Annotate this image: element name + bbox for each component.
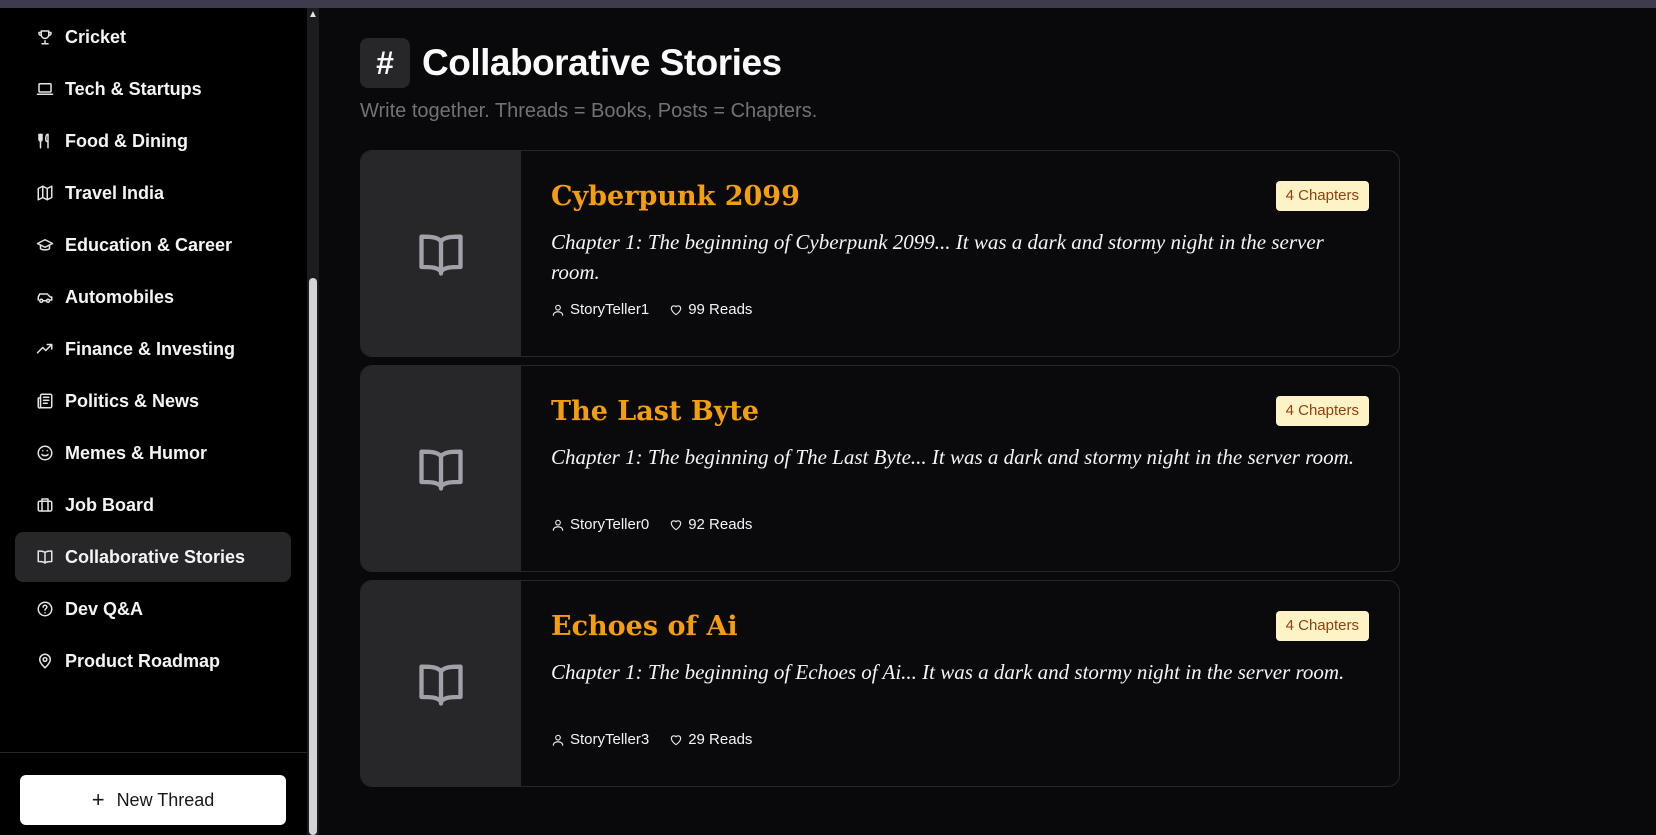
page-title: Collaborative Stories [422,42,782,83]
author-name: StoryTeller0 [570,516,650,533]
book-open-icon [419,234,463,276]
window-top-bar [0,0,1656,8]
graduation-cap-icon [35,235,55,255]
user-icon [552,304,564,316]
sidebar-item-food-dining[interactable]: Food & Dining [15,116,291,166]
scroll-up-arrow-icon[interactable]: ▲ [307,8,319,22]
author-name: StoryTeller1 [570,301,650,318]
sidebar-item-memes-humor[interactable]: Memes & Humor [15,428,291,478]
author-name: StoryTeller3 [570,731,650,748]
sidebar-item-cricket[interactable]: Cricket [15,12,291,62]
story-excerpt: Chapter 1: The beginning of Echoes of Ai… [551,660,1345,684]
chapters-badge: 4 Chapters [1275,396,1369,426]
newspaper-icon [35,391,55,411]
reads: 29 Reads [669,731,752,748]
car-icon [35,287,55,307]
author: StoryTeller3 [551,731,649,748]
story-card[interactable]: Cyberpunk 2099 4 Chapters Chapter 1: The… [360,150,1400,357]
chapters-badge: 4 Chapters [1275,611,1369,641]
story-title[interactable]: Echoes of Ai [551,611,738,642]
laptop-icon [35,79,55,99]
sidebar: Cricket Tech & Startups Food & Dining Tr… [0,8,307,835]
sidebar-item-label: Politics & News [65,390,200,411]
story-excerpt: Chapter 1: The beginning of The Last Byt… [551,445,1355,469]
story-card[interactable]: The Last Byte 4 Chapters Chapter 1: The … [360,365,1400,572]
new-thread-label: New Thread [116,789,215,810]
sidebar-item-label: Collaborative Stories [65,546,246,567]
sidebar-item-politics-news[interactable]: Politics & News [15,376,291,426]
story-cover [361,581,521,786]
sidebar-item-collaborative-stories[interactable]: Collaborative Stories [15,532,291,582]
sidebar-item-label: Memes & Humor [65,442,208,463]
reads: 92 Reads [669,516,752,533]
channel-hash-icon: # [360,38,410,88]
story-title[interactable]: The Last Byte [551,396,759,427]
author: StoryTeller1 [551,301,649,318]
story-meta: StoryTeller1 99 Reads [551,301,772,318]
sidebar-item-label: Travel India [65,182,165,203]
map-icon [35,183,55,203]
reads-count: 29 Reads [688,731,753,748]
user-icon [552,519,564,531]
trophy-icon [35,27,55,47]
heart-icon [670,734,682,745]
new-thread-button[interactable]: + New Thread [20,775,286,825]
story-cover [361,366,521,571]
help-circle-icon [35,599,55,619]
book-open-icon [35,547,55,567]
sidebar-item-education-career[interactable]: Education & Career [15,220,291,270]
story-cover [361,151,521,356]
heart-icon [670,519,682,530]
sidebar-item-finance-investing[interactable]: Finance & Investing [15,324,291,374]
reads: 99 Reads [669,301,752,318]
sidebar-divider [0,752,307,753]
sidebar-item-label: Food & Dining [65,130,188,151]
trending-up-icon [35,339,55,359]
sidebar-item-label: Education & Career [65,234,233,255]
sidebar-item-label: Dev Q&A [65,598,144,619]
page-header: # Collaborative Stories [360,38,782,88]
smile-icon [35,443,55,463]
utensils-icon [35,131,55,151]
reads-count: 99 Reads [688,301,753,318]
story-card[interactable]: Echoes of Ai 4 Chapters Chapter 1: The b… [360,580,1400,787]
author: StoryTeller0 [551,516,649,533]
chapters-badge: 4 Chapters [1275,181,1369,211]
page-subtitle: Write together. Threads = Books, Posts =… [360,100,818,122]
sidebar-item-automobiles[interactable]: Automobiles [15,272,291,322]
sidebar-item-tech-startups[interactable]: Tech & Startups [15,64,291,114]
sidebar-item-dev-qa[interactable]: Dev Q&A [15,584,291,634]
map-pin-icon [35,651,55,671]
sidebar-item-label: Job Board [65,494,155,515]
sidebar-item-job-board[interactable]: Job Board [15,480,291,530]
book-open-icon [419,664,463,706]
sidebar-item-label: Tech & Startups [65,78,202,99]
reads-count: 92 Reads [688,516,753,533]
story-meta: StoryTeller0 92 Reads [551,516,772,533]
sidebar-item-label: Cricket [65,26,127,47]
user-icon [552,734,564,746]
sidebar-item-label: Finance & Investing [65,338,236,359]
heart-icon [670,304,682,315]
story-excerpt: Chapter 1: The beginning of Cyberpunk 20… [551,230,1324,284]
briefcase-icon [35,495,55,515]
sidebar-item-travel-india[interactable]: Travel India [15,168,291,218]
sidebar-item-label: Product Roadmap [65,650,221,671]
sidebar-scrollbar-thumb[interactable] [309,278,317,835]
sidebar-item-product-roadmap[interactable]: Product Roadmap [15,636,291,686]
story-meta: StoryTeller3 29 Reads [551,731,772,748]
plus-icon: + [91,787,105,812]
sidebar-item-label: Automobiles [65,286,175,307]
main-content: # Collaborative Stories Write together. … [319,8,1656,835]
book-open-icon [419,449,463,491]
story-title[interactable]: Cyberpunk 2099 [551,181,800,212]
